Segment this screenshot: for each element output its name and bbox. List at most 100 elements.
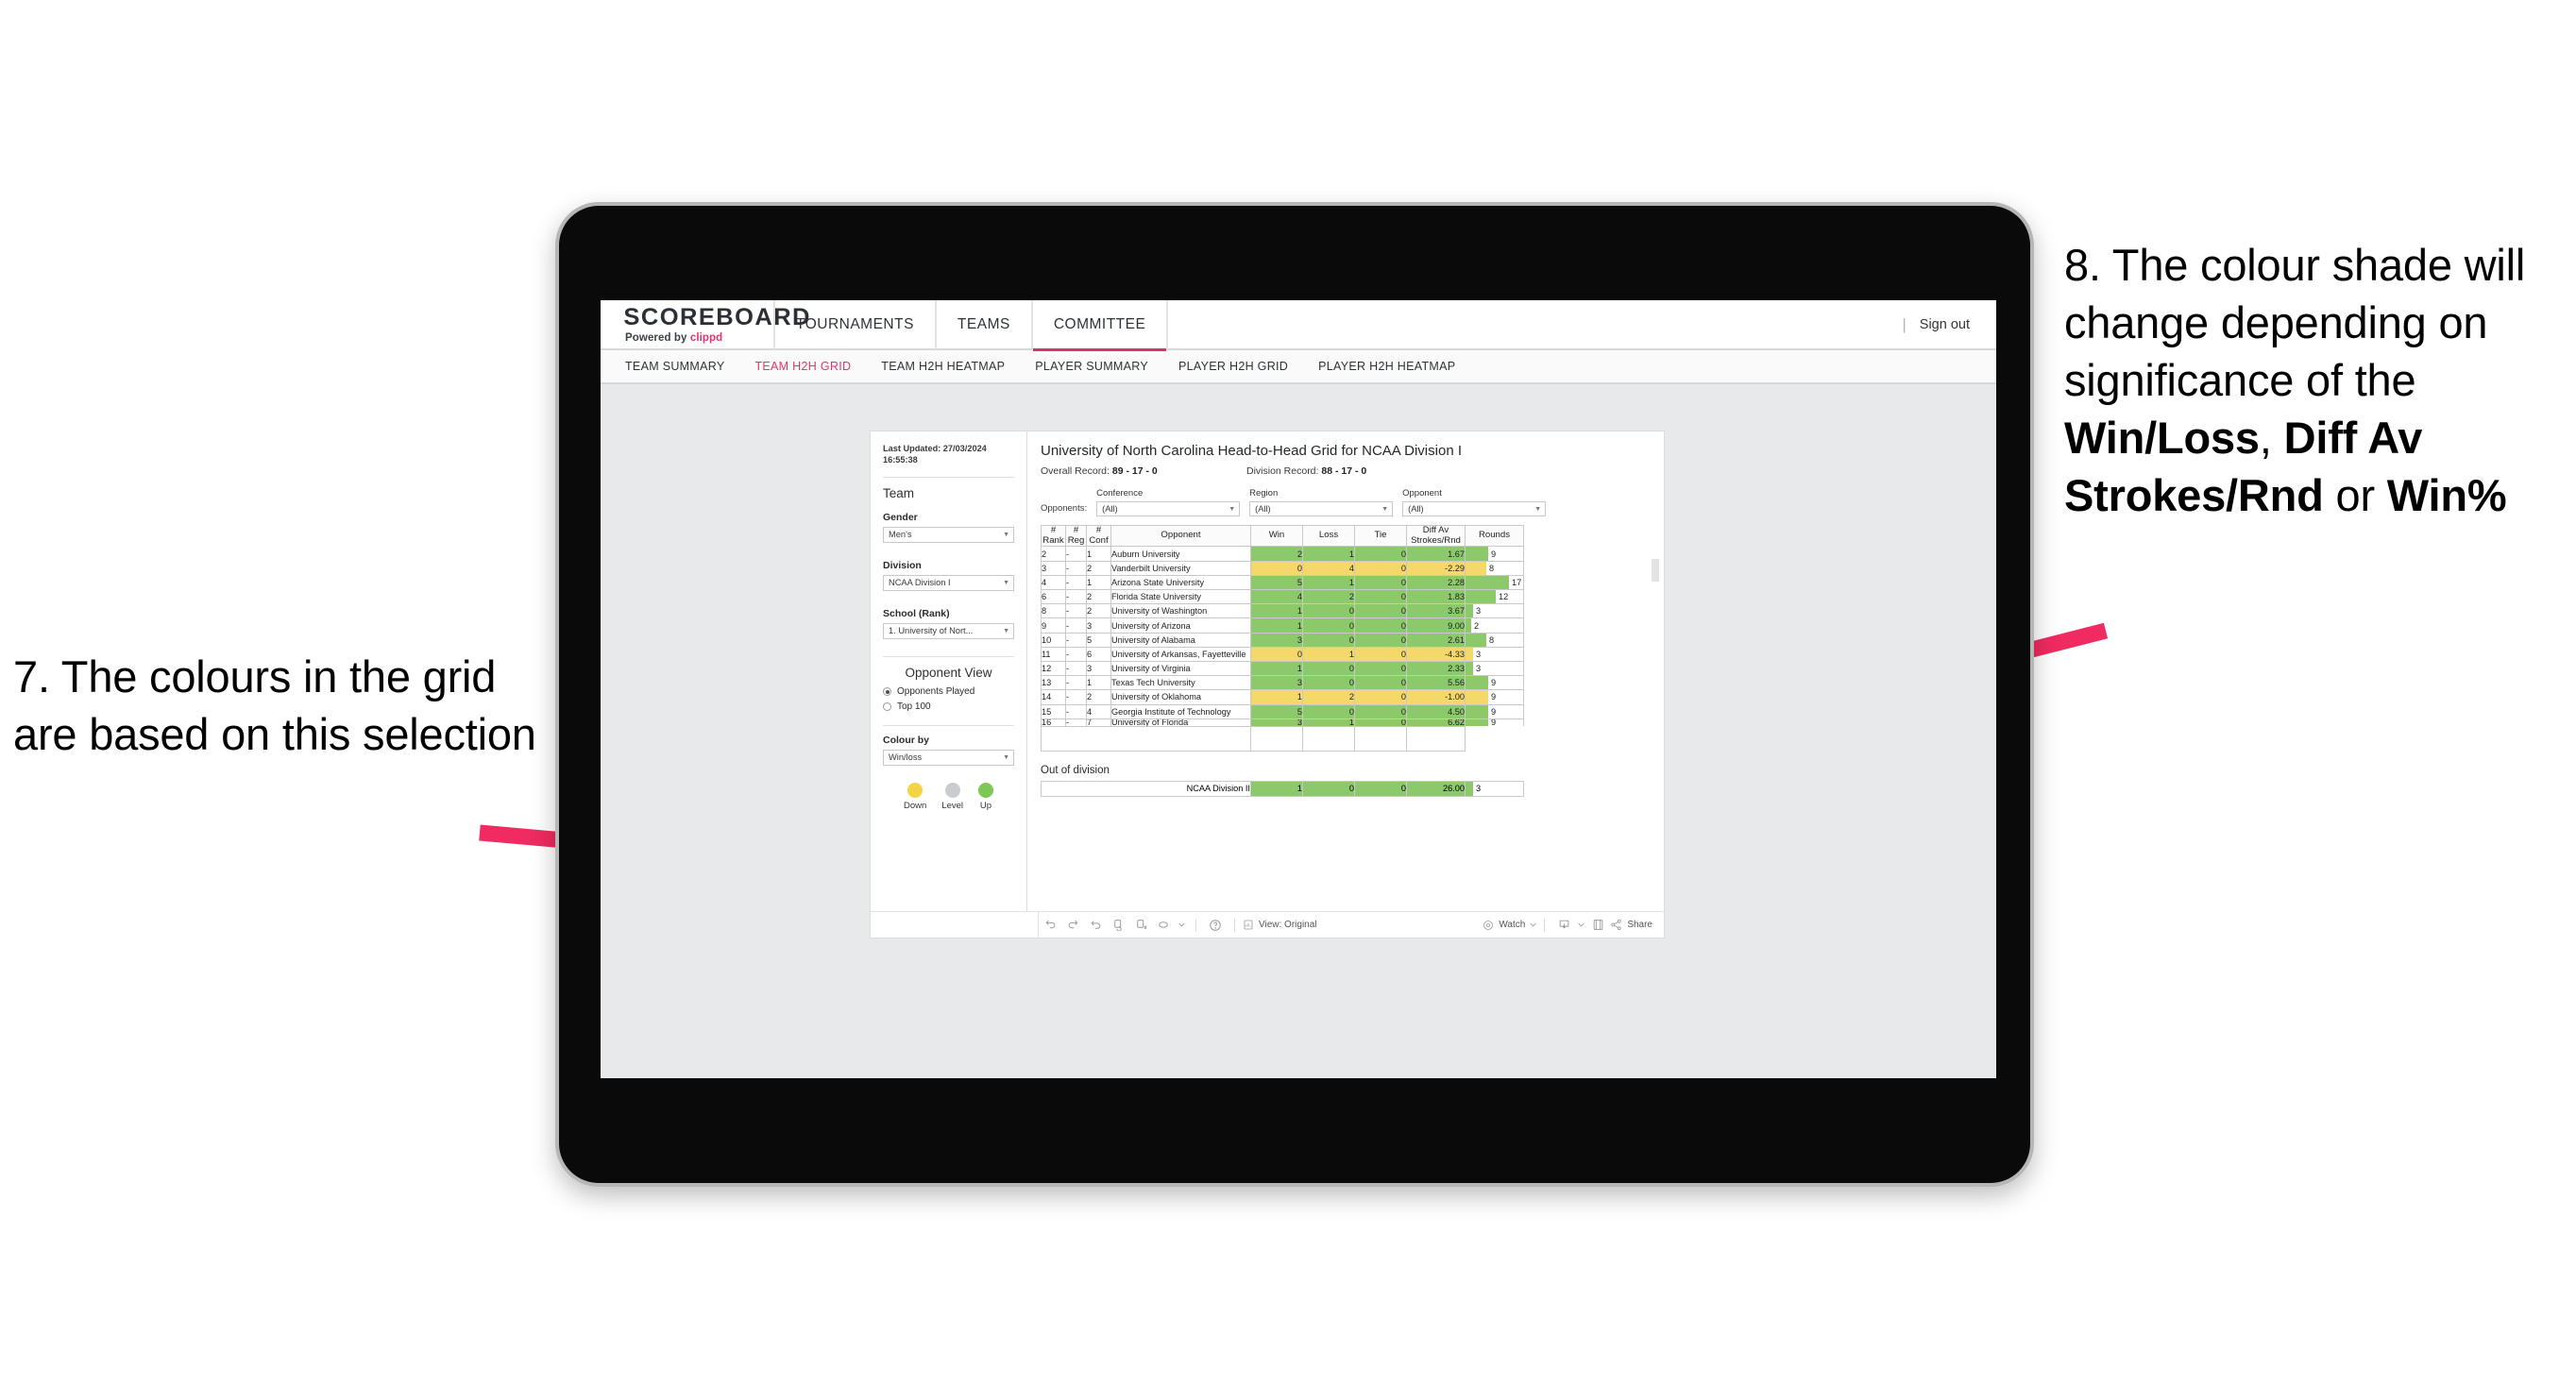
cell-diff: 2.28 xyxy=(1406,574,1466,591)
cell-rounds: 12 xyxy=(1465,589,1524,605)
fullscreen-icon[interactable] xyxy=(1587,912,1608,938)
cell-opponent: Auburn University xyxy=(1110,546,1251,562)
share-button[interactable]: Share xyxy=(1610,919,1652,931)
cell-win: 0 xyxy=(1250,560,1303,576)
out-of-division-title: Out of division xyxy=(1041,764,1110,776)
table-row[interactable]: 11-6 University of Arkansas, Fayetteville… xyxy=(1041,646,1524,662)
cell-loss: 0 xyxy=(1302,617,1355,634)
opponent-label: Opponent xyxy=(1402,488,1442,499)
nav-tournaments[interactable]: TOURNAMENTS xyxy=(775,300,935,349)
subnav-player-h2h-heatmap[interactable]: PLAYER H2H HEATMAP xyxy=(1318,360,1470,373)
header-divider-4 xyxy=(1166,300,1169,349)
legend-label-up: Up xyxy=(979,800,992,811)
divider-1 xyxy=(883,476,1014,478)
cell-reg: - xyxy=(1065,589,1087,605)
cell-win: 3 xyxy=(1250,675,1303,691)
table-row[interactable]: 13-1 Texas Tech University 3 0 0 5.56 9 xyxy=(1041,675,1524,691)
opponent-view-heading: Opponent View xyxy=(905,665,992,680)
cell-diff: -2.29 xyxy=(1406,560,1466,576)
highlight-icon[interactable] xyxy=(1152,912,1175,938)
divider-2 xyxy=(883,655,1014,657)
opponent-select[interactable]: (All) ▼ xyxy=(1402,501,1547,516)
cell-reg: - xyxy=(1065,718,1087,727)
viz-toolbar: View: Original Watch Share xyxy=(871,911,1664,938)
visualization-body: Last Updated: 27/03/2024 16:55:38 Team G… xyxy=(871,431,1664,911)
nav-committee[interactable]: COMMITTEE xyxy=(1032,300,1167,351)
conference-select[interactable]: (All) ▼ xyxy=(1096,501,1241,516)
col-rounds[interactable]: Rounds xyxy=(1465,524,1524,548)
table-row[interactable]: 15-4 Georgia Institute of Technology 5 0 0 4.… xyxy=(1041,703,1524,719)
help-icon[interactable] xyxy=(1204,912,1227,938)
download-icon[interactable] xyxy=(1552,912,1575,938)
highlight-chevron-icon[interactable] xyxy=(1175,912,1188,938)
cell-win: 5 xyxy=(1250,574,1303,591)
division-record: Division Record: 88 - 17 - 0 xyxy=(1246,465,1366,477)
subnav-player-summary[interactable]: PLAYER SUMMARY xyxy=(1035,360,1163,373)
refresh-data-icon[interactable] xyxy=(1107,912,1129,938)
col-tie[interactable]: Tie xyxy=(1354,524,1407,548)
cell-win: 1 xyxy=(1250,689,1303,705)
cell-rank: 3 xyxy=(1041,560,1066,576)
subnav-team-h2h-heatmap[interactable]: TEAM H2H HEATMAP xyxy=(881,360,1020,373)
table-row[interactable]: 9-3 University of Arizona 1 0 0 9.00 2 xyxy=(1041,617,1524,634)
ood-rounds: 3 xyxy=(1465,780,1524,797)
table-row[interactable]: 6-2 Florida State University 4 2 0 1.83 12 xyxy=(1041,589,1524,605)
nav-teams[interactable]: TEAMS xyxy=(937,300,1031,349)
division-select[interactable]: NCAA Division I ▼ xyxy=(883,574,1014,591)
revert-icon[interactable] xyxy=(1084,912,1107,938)
table-row[interactable]: 12-3 University of Virginia 1 0 0 2.33 3 xyxy=(1041,660,1524,677)
undo-icon[interactable] xyxy=(1039,912,1061,938)
radio-opponents-played[interactable]: Opponents Played xyxy=(883,686,1014,697)
col-win[interactable]: Win xyxy=(1250,524,1303,548)
col-reg[interactable]: # Reg xyxy=(1065,524,1087,548)
cell-conf: 4 xyxy=(1086,703,1111,719)
sign-out-link[interactable]: Sign out xyxy=(1920,317,1970,332)
cell-rounds: 9 xyxy=(1465,546,1524,562)
col-rank[interactable]: # Rank xyxy=(1041,524,1066,548)
cell-loss: 4 xyxy=(1302,560,1355,576)
subnav-player-h2h-grid[interactable]: PLAYER H2H GRID xyxy=(1178,360,1303,373)
subnav-team-h2h-grid[interactable]: TEAM H2H GRID xyxy=(754,360,866,373)
table-row[interactable]: 4-1 Arizona State University 5 1 0 2.28 17 xyxy=(1041,574,1524,591)
subnav-team-summary[interactable]: TEAM SUMMARY xyxy=(625,360,739,373)
cell-reg: - xyxy=(1065,560,1087,576)
cell-loss: 0 xyxy=(1302,632,1355,648)
table-row[interactable]: 10-5 University of Alabama 3 0 0 2.61 8 xyxy=(1041,632,1524,648)
ood-diff: 26.00 xyxy=(1406,780,1466,797)
table-row[interactable]: 14-2 University of Oklahoma 1 2 0 -1.00 9 xyxy=(1041,689,1524,705)
cell-rank: 12 xyxy=(1041,660,1066,677)
table-row[interactable]: 16-7 University of Florida 3 1 0 6.62 9 xyxy=(1041,718,1524,727)
view-original-button[interactable]: View: Original xyxy=(1243,919,1317,931)
opponent-filter: Opponent (All) ▼ xyxy=(1402,488,1547,516)
h2h-grid-table: # Rank # Reg # Conf Opponent Win Loss Tie D… xyxy=(1041,524,1524,752)
region-select[interactable]: (All) ▼ xyxy=(1249,501,1394,516)
cell-tie: 0 xyxy=(1354,560,1407,576)
redo-icon[interactable] xyxy=(1061,912,1084,938)
table-row[interactable]: 2-1 Auburn University 2 1 0 1.67 9 xyxy=(1041,546,1524,562)
annotation-8-bold-winloss: Win/Loss xyxy=(2064,413,2260,464)
col-loss[interactable]: Loss xyxy=(1302,524,1355,548)
col-conf[interactable]: # Conf xyxy=(1086,524,1111,548)
school-value: 1. University of Nort... xyxy=(889,626,974,636)
pause-updates-icon[interactable] xyxy=(1129,912,1152,938)
cell-reg: - xyxy=(1065,703,1087,719)
ood-win: 1 xyxy=(1250,780,1303,797)
toolbar-right-group: Watch Share xyxy=(1483,912,1652,938)
cell-conf: 2 xyxy=(1086,589,1111,605)
table-row[interactable]: 8-2 University of Washington 1 0 0 3.67 3 xyxy=(1041,603,1524,619)
legend-item-level: Level xyxy=(941,782,963,811)
col-opponent[interactable]: Opponent xyxy=(1110,524,1251,548)
download-chevron-icon[interactable] xyxy=(1575,912,1587,938)
cell-rank: 4 xyxy=(1041,574,1066,591)
watch-button[interactable]: Watch xyxy=(1483,920,1536,931)
table-row[interactable]: 3-2 Vanderbilt University 0 4 0 -2.29 8 xyxy=(1041,560,1524,576)
out-of-division-row[interactable]: NCAA Division II 1 0 0 26.00 3 xyxy=(1041,780,1524,797)
school-select[interactable]: 1. University of Nort... ▼ xyxy=(883,622,1014,639)
cell-tie: 0 xyxy=(1354,617,1407,634)
grid-scrollbar[interactable] xyxy=(1652,559,1659,582)
col-diff-av-strokes[interactable]: Diff Av Strokes/Rnd xyxy=(1406,524,1466,548)
colour-by-select[interactable]: Win/loss ▼ xyxy=(883,749,1014,766)
gender-select[interactable]: Men's ▼ xyxy=(883,526,1014,543)
radio-top-100[interactable]: Top 100 xyxy=(883,701,1014,712)
overall-record-value: 89 - 17 - 0 xyxy=(1111,465,1158,477)
